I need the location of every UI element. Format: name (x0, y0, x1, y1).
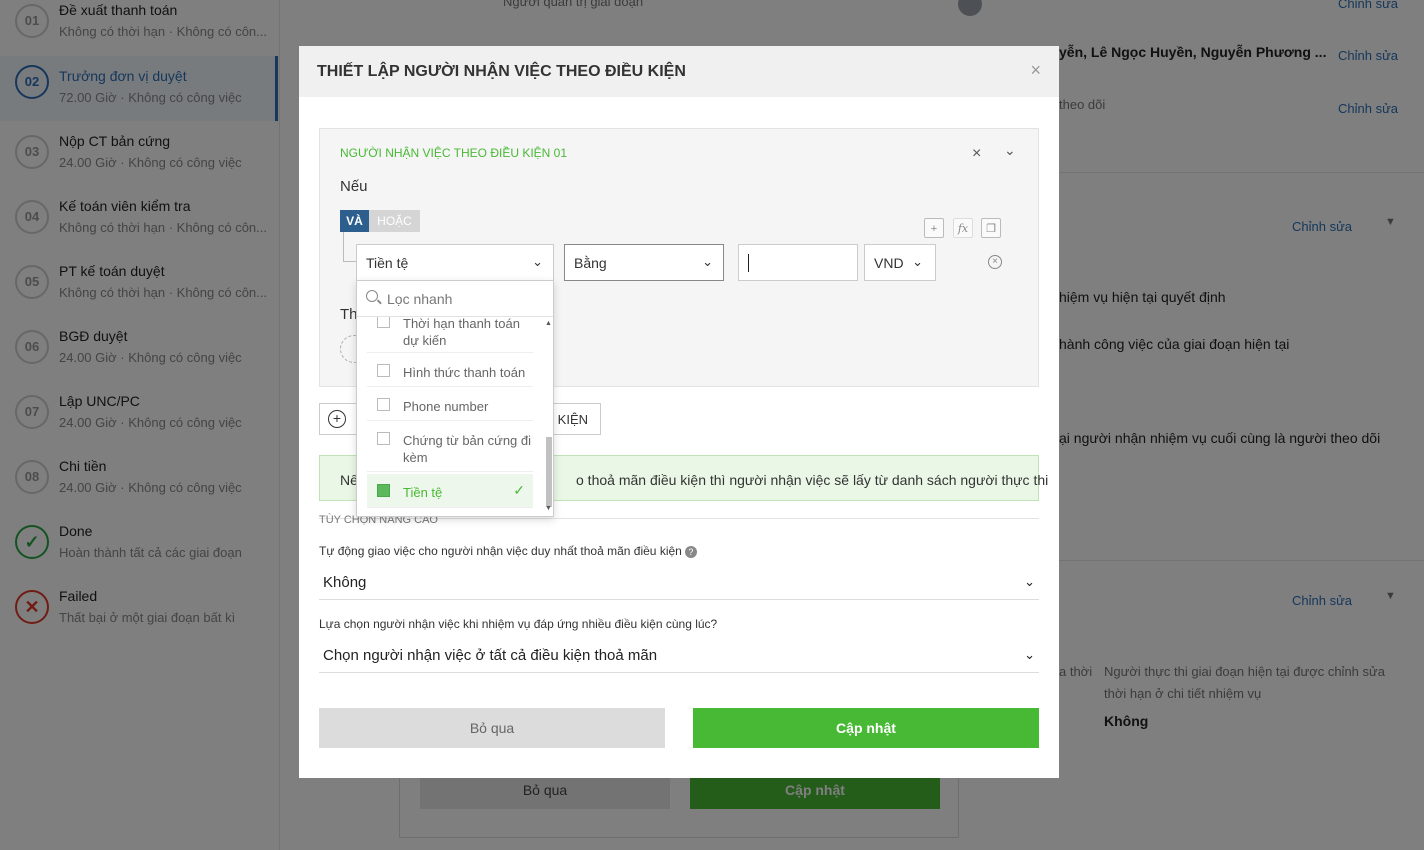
dropdown-option-label: Hình thức thanh toán (403, 365, 526, 380)
unit-select[interactable]: VND ⌄ (864, 244, 936, 281)
then-label: Th (340, 306, 358, 323)
field-select[interactable]: Tiền tệ ⌄ (356, 244, 554, 281)
multi-condition-value: Chọn người nhận việc ở tất cả điều kiện … (323, 647, 658, 664)
chevron-down-icon: ⌄ (1024, 647, 1035, 662)
unit-select-value: VND (874, 255, 904, 271)
multi-condition-label: Lựa chọn người nhận việc khi nhiệm vụ đá… (319, 617, 718, 631)
auto-assign-label: Tự động giao việc cho người nhận việc du… (319, 544, 697, 558)
chevron-down-icon: ⌄ (1024, 574, 1035, 589)
info-text: o thoả mãn điều kiện thì người nhận việc… (576, 472, 1049, 488)
checkbox[interactable] (377, 317, 390, 328)
check-icon: ✓ (513, 482, 525, 498)
auto-assign-value: Không (323, 574, 367, 591)
remove-rule-icon[interactable]: × (988, 255, 1002, 269)
dropdown-search[interactable]: Lọc nhanh (357, 281, 553, 317)
operator-select-value: Bằng (574, 255, 607, 271)
and-toggle[interactable]: VÀ (340, 210, 369, 232)
operator-select[interactable]: Bằng ⌄ (564, 244, 724, 281)
formula-icon[interactable]: fx (953, 218, 973, 238)
checkbox-checked[interactable] (377, 484, 390, 497)
chevron-down-icon: ⌄ (912, 254, 923, 269)
dropdown-option[interactable]: Thời hạn thanh toán dự kiến (367, 317, 533, 353)
add-rule-icon[interactable]: + (924, 218, 944, 238)
scroll-down-icon[interactable]: ▼ (545, 505, 552, 512)
text-caret (748, 254, 749, 272)
collapse-chevron-icon[interactable]: ⌄ (1004, 142, 1016, 159)
chevron-down-icon: ⌄ (532, 254, 543, 269)
condition-title: NGƯỜI NHẬN VIỆC THEO ĐIỀU KIỆN 01 (340, 146, 568, 160)
dropdown-option-label: Chứng từ bản cứng đi kèm (403, 433, 532, 465)
skip-button[interactable]: Bỏ qua (319, 708, 665, 748)
checkbox[interactable] (377, 364, 390, 377)
dropdown-option[interactable]: Hình thức thanh toán (367, 353, 533, 387)
dropdown-option-label: Phone number (403, 399, 489, 414)
value-input[interactable] (738, 244, 858, 281)
chevron-down-icon: ⌄ (702, 254, 713, 269)
copy-icon[interactable]: ❐ (981, 218, 1001, 238)
dropdown-search-placeholder: Lọc nhanh (387, 291, 453, 307)
field-dropdown: Lọc nhanh Thời hạn thanh toán dự kiến Hì… (356, 280, 554, 517)
or-toggle[interactable]: HOẶC (369, 210, 420, 232)
remove-condition-icon[interactable]: × (972, 145, 981, 163)
scrollbar-thumb[interactable] (546, 437, 552, 507)
plus-circle-icon: + (328, 410, 346, 428)
dropdown-option[interactable]: Chứng từ bản cứng đi kèm (367, 421, 533, 472)
dropdown-option-label: Thời hạn thanh toán dự kiến (403, 317, 520, 348)
dropdown-option-selected[interactable]: Tiền tệ ✓ (367, 474, 533, 508)
auto-assign-label-text: Tự động giao việc cho người nhận việc du… (319, 544, 682, 558)
scroll-up-icon[interactable]: ▲ (545, 320, 552, 327)
multi-condition-select[interactable]: Chọn người nhận việc ở tất cả điều kiện … (319, 639, 1039, 673)
update-button[interactable]: Cập nhật (693, 708, 1039, 748)
dropdown-scrollbar[interactable]: ▲ ▼ (545, 317, 553, 516)
if-label: Nếu (340, 178, 368, 195)
modal-header: THIẾT LẬP NGƯỜI NHẬN VIỆC THEO ĐIỀU KIỆN… (299, 46, 1059, 97)
close-icon[interactable]: × (1030, 60, 1041, 81)
branch-connector (343, 232, 357, 262)
help-icon[interactable]: ? (684, 545, 697, 558)
checkbox[interactable] (377, 432, 390, 445)
search-icon (366, 290, 378, 302)
checkbox[interactable] (377, 398, 390, 411)
auto-assign-select[interactable]: Không ⌄ (319, 566, 1039, 600)
modal-title: THIẾT LẬP NGƯỜI NHẬN VIỆC THEO ĐIỀU KIỆN (317, 63, 686, 80)
dropdown-option[interactable]: Phone number (367, 387, 533, 421)
field-select-value: Tiền tệ (366, 255, 409, 271)
dropdown-list[interactable]: Thời hạn thanh toán dự kiến Hình thức th… (357, 317, 543, 516)
